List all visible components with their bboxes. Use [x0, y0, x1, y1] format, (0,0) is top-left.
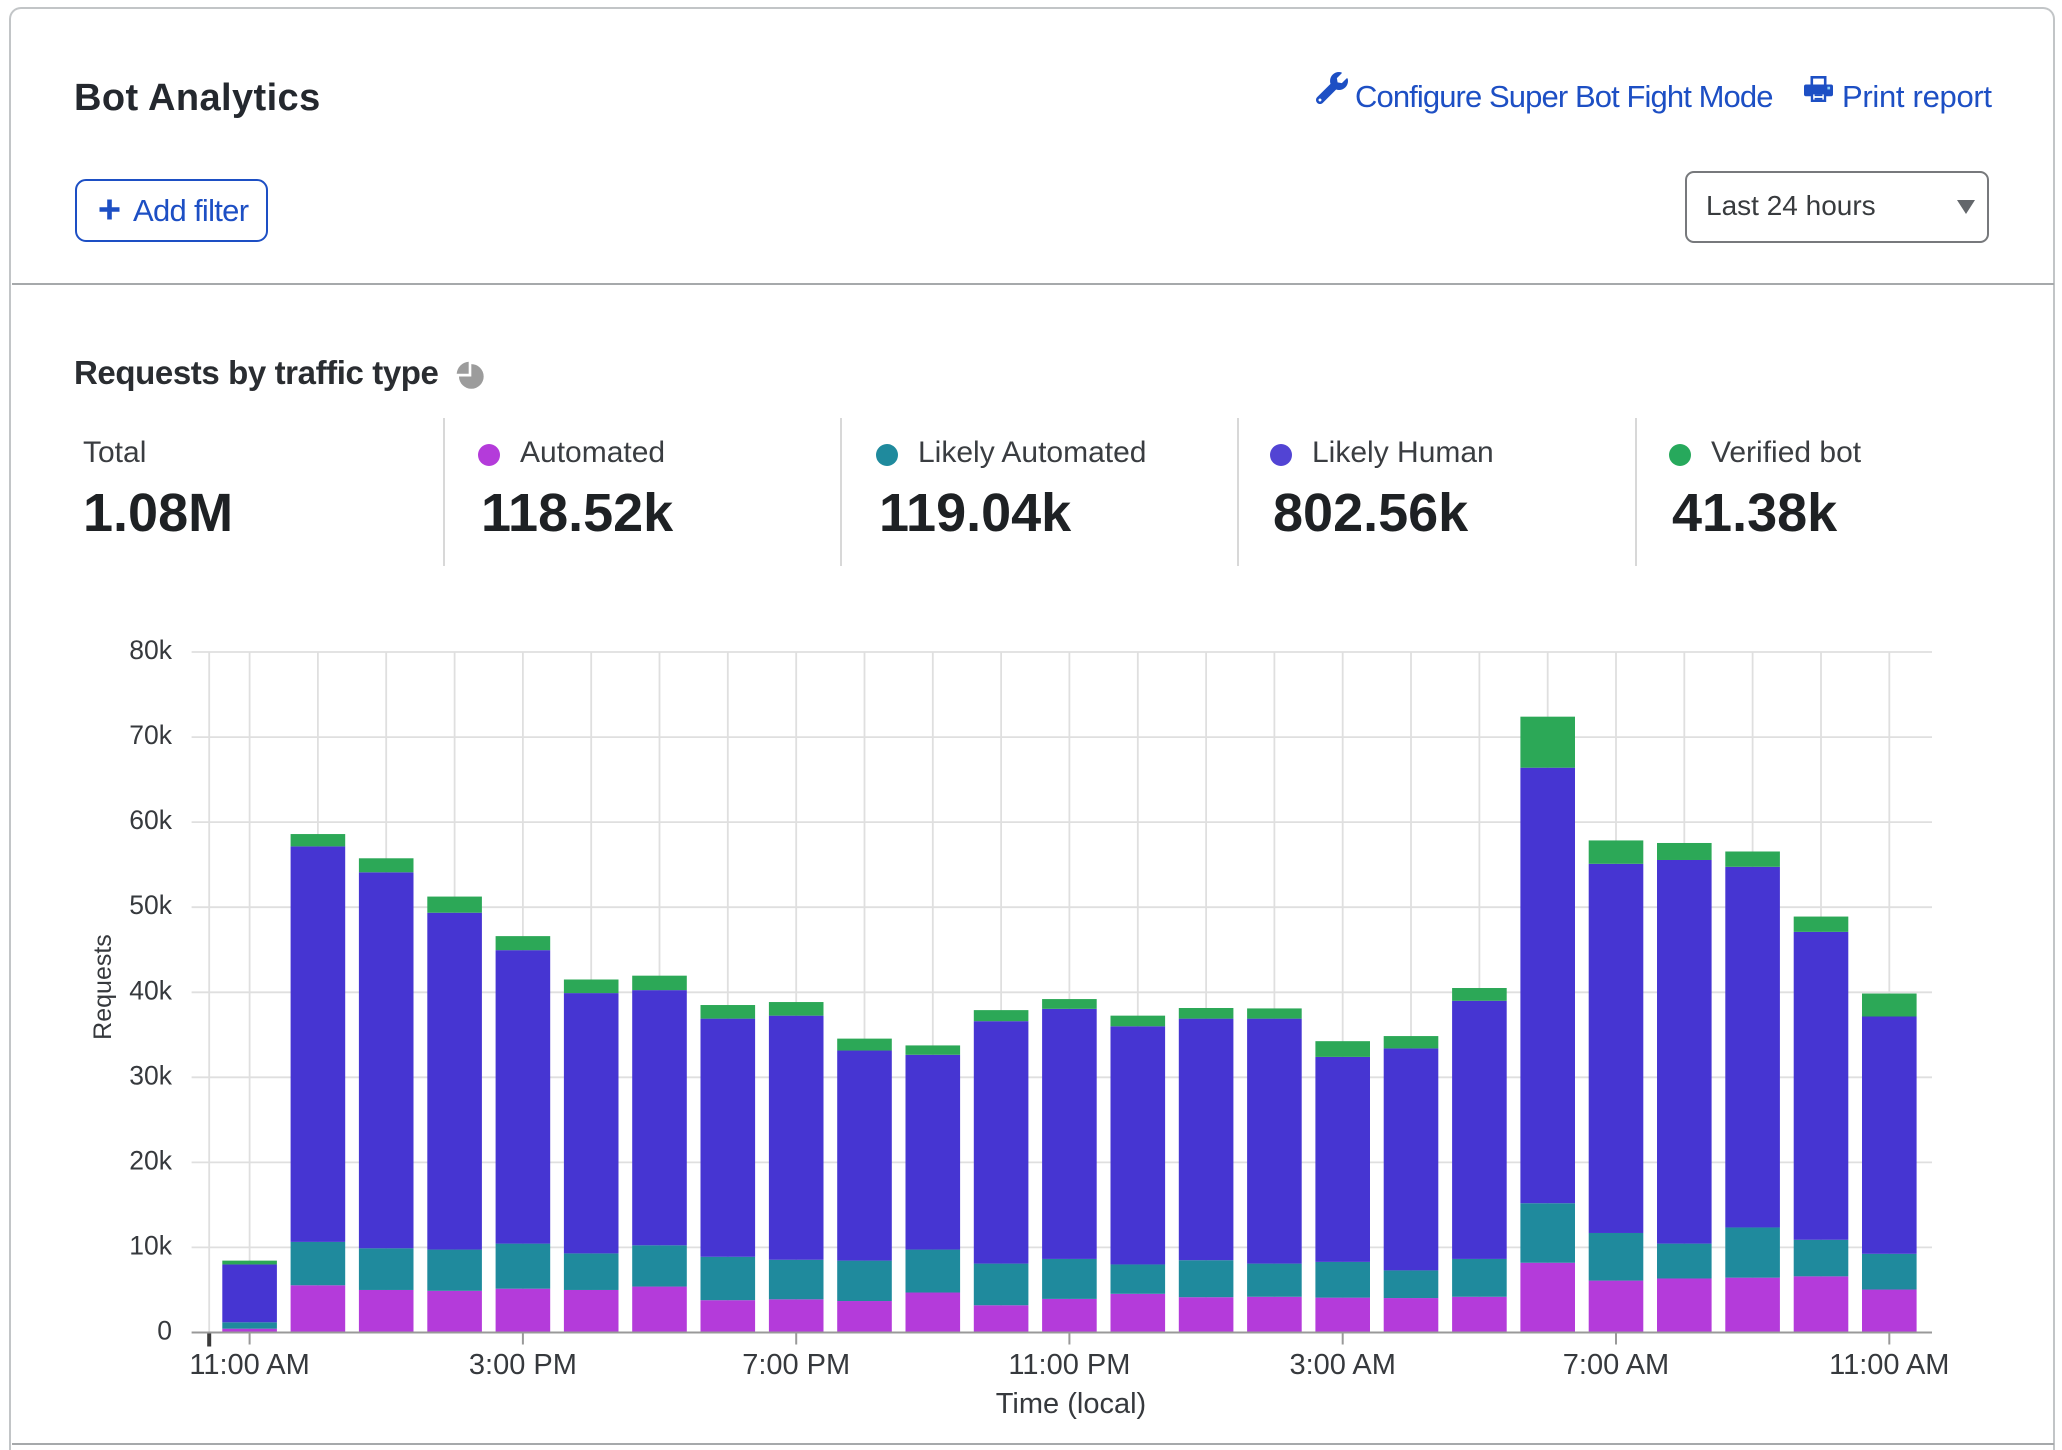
svg-text:80k: 80k — [129, 635, 172, 665]
svg-text:40k: 40k — [129, 975, 172, 1005]
svg-text:7:00 AM: 7:00 AM — [1563, 1349, 1669, 1381]
svg-text:0: 0 — [157, 1316, 172, 1346]
svg-text:30k: 30k — [129, 1060, 172, 1090]
svg-text:7:00 PM: 7:00 PM — [742, 1349, 850, 1381]
svg-text:20k: 20k — [129, 1145, 172, 1175]
svg-text:3:00 PM: 3:00 PM — [469, 1349, 577, 1381]
svg-text:Time (local): Time (local) — [996, 1388, 1146, 1420]
svg-text:60k: 60k — [129, 805, 172, 835]
svg-text:Requests: Requests — [89, 934, 117, 1040]
svg-text:11:00 AM: 11:00 AM — [189, 1349, 309, 1381]
svg-text:50k: 50k — [129, 890, 172, 920]
svg-text:10k: 10k — [129, 1230, 172, 1260]
svg-text:11:00 PM: 11:00 PM — [1008, 1349, 1130, 1381]
svg-text:11:00 AM: 11:00 AM — [1829, 1349, 1949, 1381]
svg-text:3:00 AM: 3:00 AM — [1289, 1349, 1395, 1381]
svg-text:70k: 70k — [129, 720, 172, 750]
